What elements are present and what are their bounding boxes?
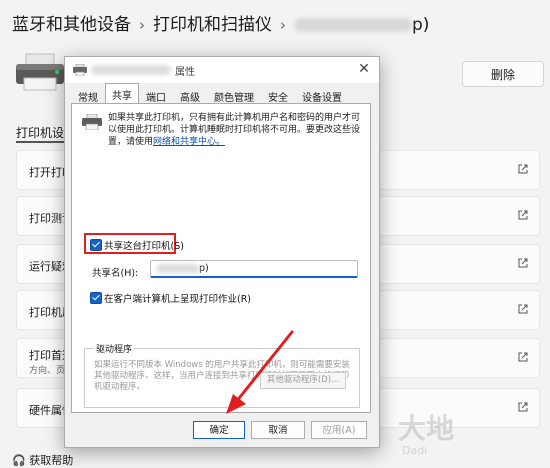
blurred-share-name: [157, 264, 199, 273]
chevron-right-icon: ›: [280, 16, 286, 34]
open-external-icon: [518, 210, 528, 220]
share-printer-label: 共享这台打印机(S): [104, 241, 184, 252]
blurred-printer-name: [294, 18, 412, 32]
sharing-description: 如果共享此打印机，只有拥有此计算机用户名和密码的用户才可以使用此打印机。计算机睡…: [108, 112, 364, 148]
tab-ports[interactable]: 端口: [139, 85, 173, 104]
cancel-button[interactable]: 取消: [251, 421, 305, 439]
dialog-titlebar[interactable]: 属性 ✕: [65, 57, 379, 83]
share-printer-checkbox[interactable]: [90, 239, 102, 251]
printer-properties-dialog: 属性 ✕ 常规 共享 端口 高级 颜色管理 安全 设备设置 如果共享此打印机，只…: [64, 56, 380, 448]
tab-general[interactable]: 常规: [71, 85, 105, 104]
share-name-tail: p): [199, 263, 209, 274]
printer-icon: [73, 64, 87, 76]
share-name-label: 共享名(H):: [92, 268, 139, 279]
tab-color-management[interactable]: 颜色管理: [207, 85, 261, 104]
share-name-input[interactable]: p): [150, 260, 358, 278]
open-external-icon: [518, 304, 528, 314]
chevron-right-icon: ›: [139, 16, 145, 34]
remove-button[interactable]: 删除: [462, 61, 544, 87]
help-icon: 🎧: [12, 454, 30, 467]
ok-button[interactable]: 确定: [193, 421, 245, 439]
drivers-group-title: 驱动程序: [94, 342, 135, 355]
render-on-client-label: 在客户端计算机上呈现打印作业(R): [104, 294, 252, 305]
watermark-logo: 大地 Dadi: [398, 412, 454, 457]
help-label: 获取帮助: [29, 454, 74, 467]
svg-text:Dadi: Dadi: [402, 444, 427, 457]
breadcrumb-bluetooth[interactable]: 蓝牙和其他设备: [12, 15, 131, 35]
section-underline: [16, 141, 64, 143]
tab-strip: 常规 共享 端口 高级 颜色管理 安全 设备设置: [71, 83, 349, 104]
printer-icon: [16, 53, 64, 91]
apply-button[interactable]: 应用(A): [311, 421, 367, 439]
open-external-icon: [518, 258, 528, 268]
blurred-printer-name: [91, 65, 171, 75]
network-sharing-center-link[interactable]: 网络和共享中心。: [153, 137, 225, 147]
sharing-panel: 如果共享此打印机，只有拥有此计算机用户名和密码的用户才可以使用此打印机。计算机睡…: [71, 103, 371, 413]
svg-text:大地: 大地: [398, 412, 454, 445]
additional-drivers-button[interactable]: 其他驱动程序(D)...: [260, 372, 346, 389]
get-help-link[interactable]: 🎧 获取帮助: [12, 452, 73, 468]
open-external-icon: [518, 352, 528, 362]
tab-device-settings[interactable]: 设备设置: [295, 85, 349, 104]
tab-sharing[interactable]: 共享: [105, 83, 139, 104]
render-on-client-checkbox[interactable]: [90, 292, 102, 304]
tab-advanced[interactable]: 高级: [173, 85, 207, 104]
printer-icon: [82, 114, 102, 130]
breadcrumb-printer-tail: p): [412, 15, 430, 35]
close-icon[interactable]: ✕: [353, 59, 375, 79]
breadcrumb: 蓝牙和其他设备 › 打印机和扫描仪 › p): [12, 10, 429, 35]
sharing-description-text: 如果共享此打印机，只有拥有此计算机用户名和密码的用户才可以使用此打印机。计算机睡…: [108, 113, 361, 147]
tab-security[interactable]: 安全: [261, 85, 295, 104]
breadcrumb-printers[interactable]: 打印机和扫描仪: [153, 15, 272, 35]
dialog-title: 属性: [175, 67, 195, 78]
open-external-icon: [518, 164, 528, 174]
